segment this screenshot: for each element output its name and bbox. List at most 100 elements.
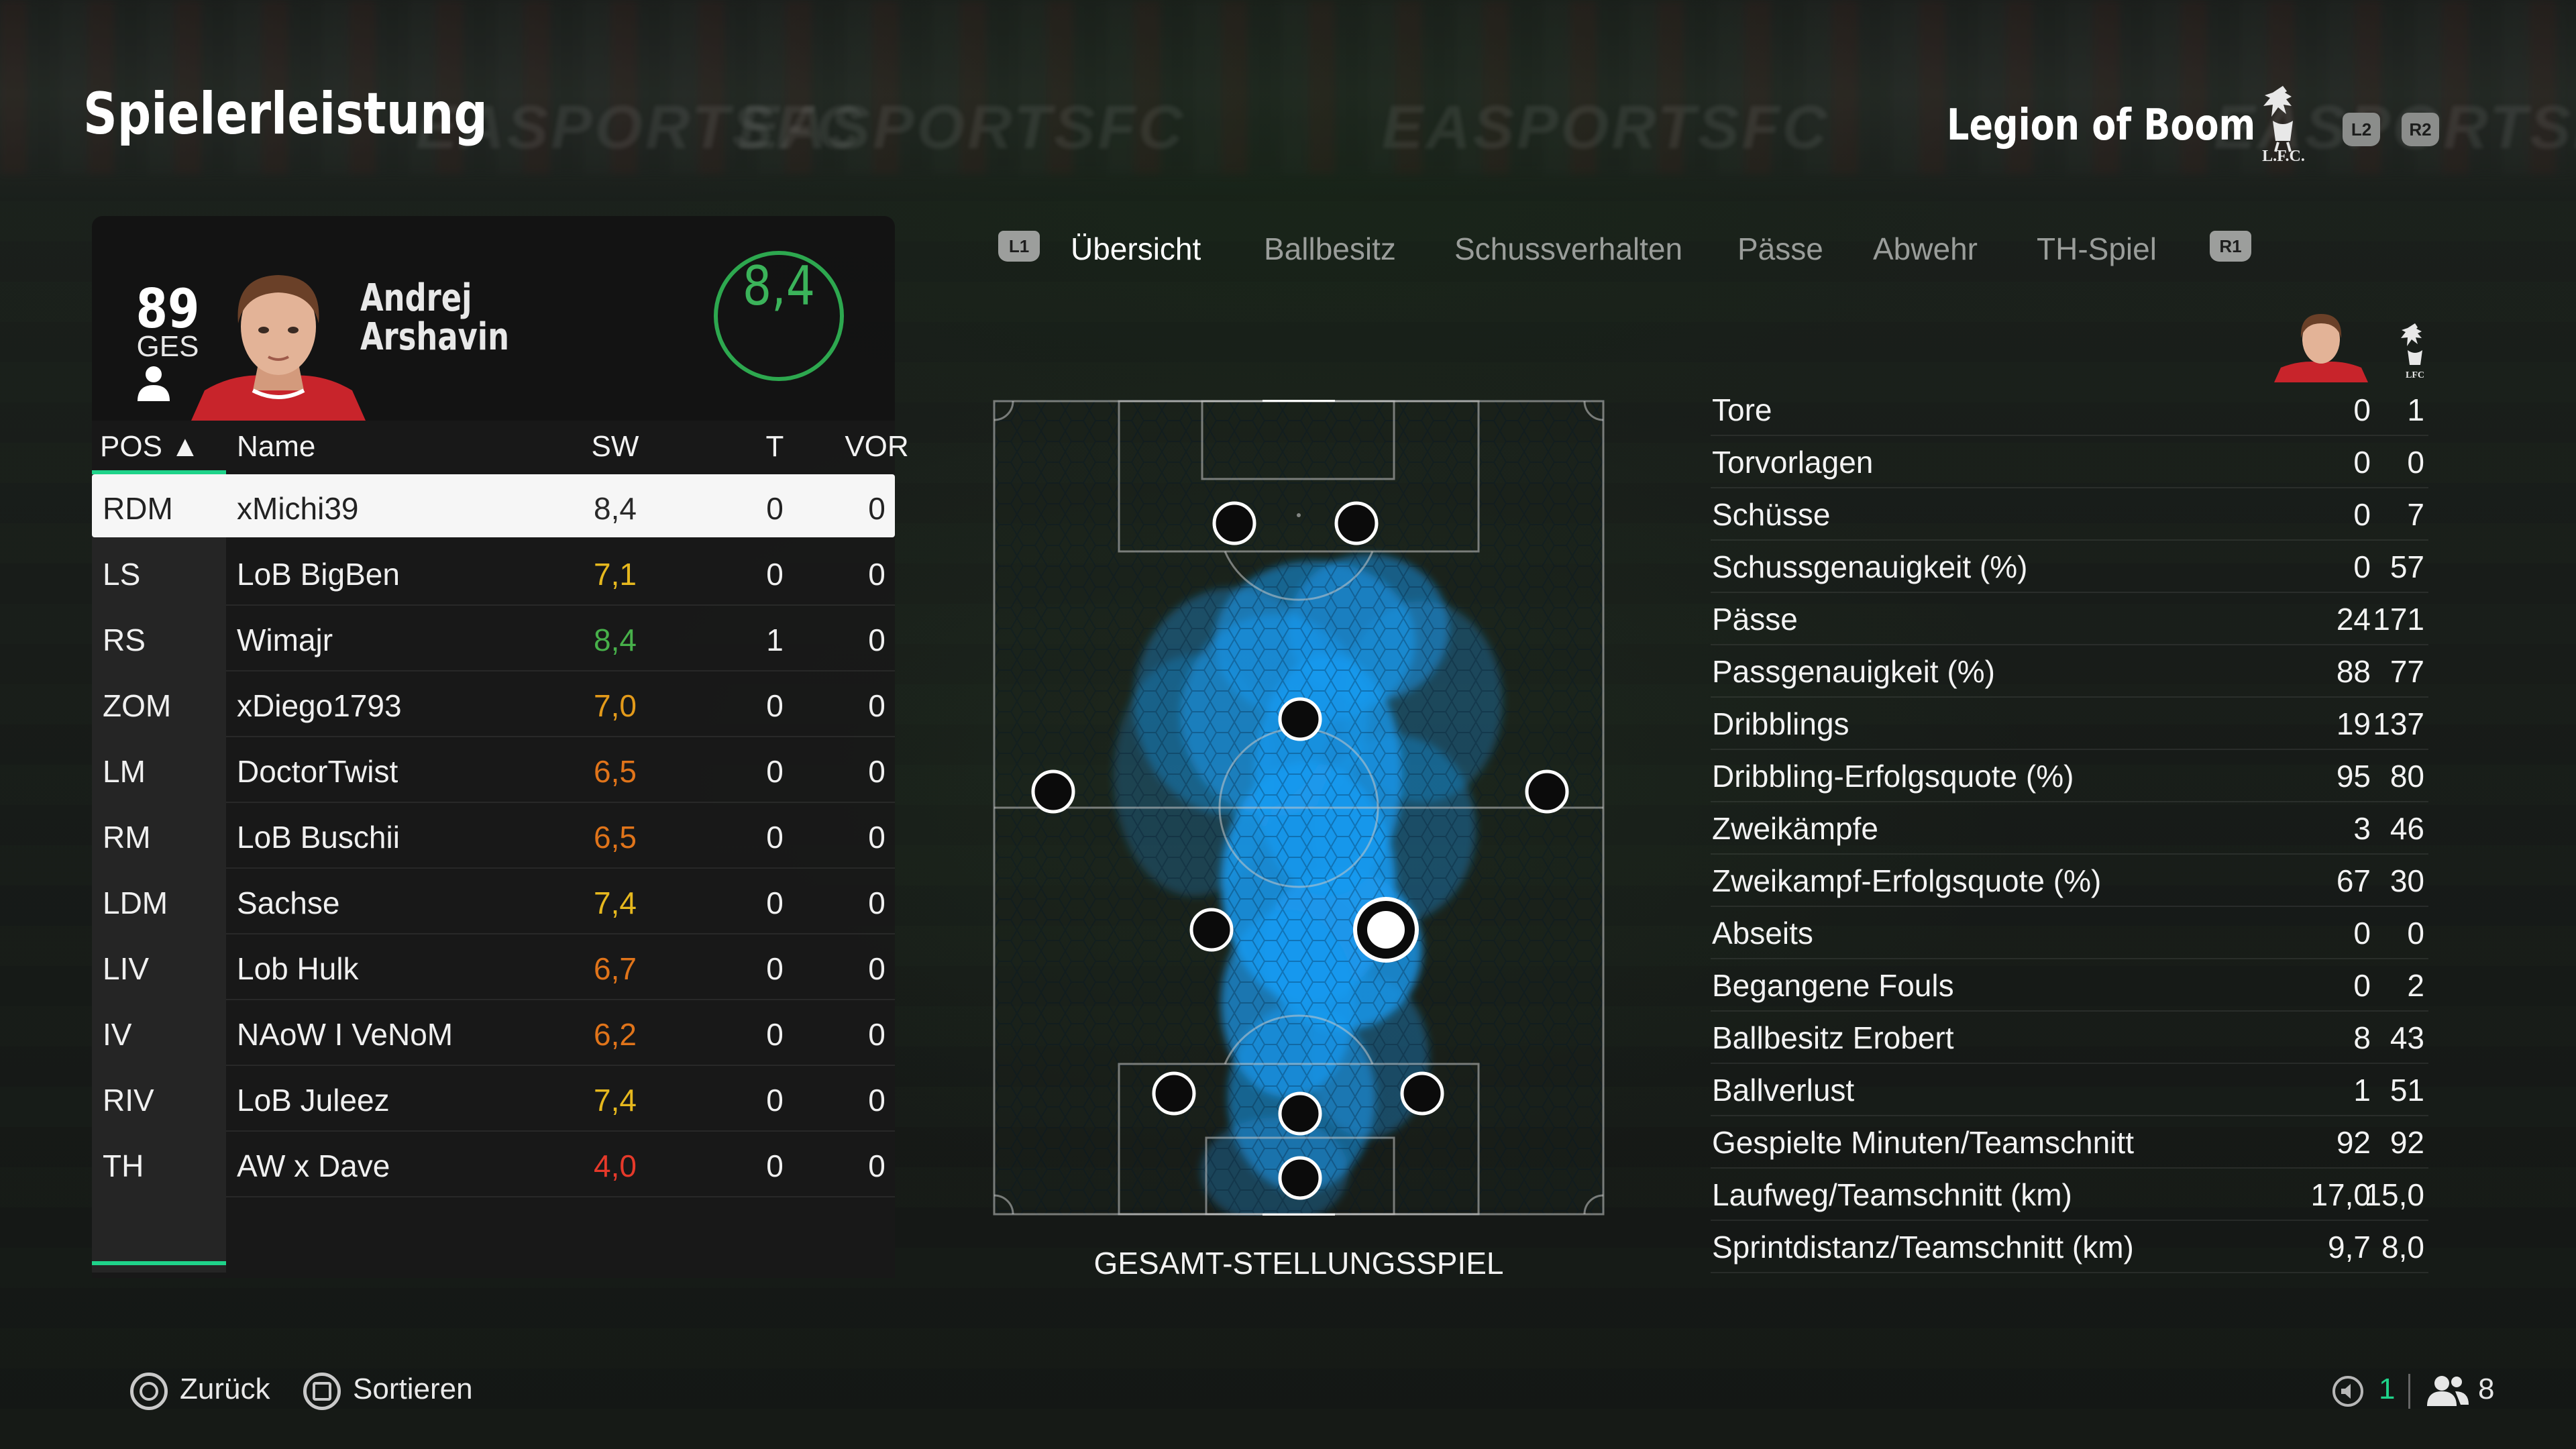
pitch-caption: GESAMT-STELLUNGSSPIEL [1093,1246,1504,1281]
stat-player-value: 0 [2353,916,2371,951]
row-goals: 0 [766,1083,784,1118]
row-rating: 7,0 [594,688,637,723]
stat-row: Ballbesitz Erobert 8 43 [1711,1012,2428,1064]
row-position: RS [103,623,146,657]
table-row[interactable]: RS Wimajr 8,4 1 0 [92,606,895,672]
row-goals: 0 [766,688,784,723]
row-position: TH [103,1148,144,1183]
stat-player-value: 0 [2353,497,2371,532]
l2-bumper-button[interactable]: L2 [2343,113,2380,146]
row-assists: 0 [868,1017,885,1052]
stat-team-value: 2 [2407,968,2424,1003]
row-rating: 4,0 [594,1148,637,1183]
table-row[interactable]: RM LoB Buschii 6,5 0 0 [92,803,895,869]
table-row[interactable]: RIV LoB Juleez 7,4 0 0 [92,1066,895,1132]
stat-row: Passgenauigkeit (%) 88 77 [1711,645,2428,698]
row-assists: 0 [868,820,885,855]
stat-row: Dribbling-Erfolgsquote (%) 95 80 [1711,750,2428,802]
stat-row: Begangene Fouls 0 2 [1711,959,2428,1012]
stat-row: Pässe 24 171 [1711,593,2428,645]
row-player-name: Wimajr [237,623,333,657]
person-icon [133,365,174,406]
square-button-icon[interactable] [303,1373,341,1410]
stat-team-value: 0 [2407,445,2424,480]
table-header: POS ▲ Name SW T VOR [92,421,909,474]
teammate-marker [1189,908,1234,952]
stat-player-value: 3 [2353,811,2371,846]
stat-team-value: 30 [2390,863,2424,898]
stat-label: Schüsse [1712,497,1831,532]
r1-bumper-button[interactable]: R1 [2210,231,2251,262]
table-row[interactable]: LM DoctorTwist 6,5 0 0 [92,737,895,803]
row-goals: 0 [766,1148,784,1183]
stat-player-value: 8 [2353,1020,2371,1055]
stat-player-value: 0 [2353,392,2371,427]
match-rating-ring: 8,4 [714,251,844,381]
row-rating: 6,5 [594,820,637,855]
player-portrait [191,263,366,421]
row-rating: 6,7 [594,951,637,986]
table-row[interactable]: ZOM xDiego1793 7,0 0 0 [92,672,895,737]
team-crest-icon: LFC [2398,321,2432,385]
circle-button-icon[interactable] [130,1373,168,1410]
stat-row: Zweikämpfe 3 46 [1711,802,2428,855]
column-header-name[interactable]: Name [237,430,315,464]
player-name: Andrej Arshavin [360,279,509,357]
table-row[interactable]: LIV Lob Hulk 6,7 0 0 [92,934,895,1000]
row-position: ZOM [103,688,172,723]
row-position: LM [103,754,146,789]
stat-row: Sprintdistanz/Teamschnitt (km) 9,7 8,0 [1711,1221,2428,1273]
sort-label[interactable]: Sortieren [353,1373,473,1406]
row-position: RDM [103,491,173,526]
stat-player-value: 88 [2336,654,2371,689]
stat-label: Passgenauigkeit (%) [1712,654,1995,689]
stat-label: Schussgenauigkeit (%) [1712,549,2028,584]
column-header-vor[interactable]: VOR [843,430,910,464]
stat-label: Torvorlagen [1712,445,1874,480]
tab-ballbesitz[interactable]: Ballbesitz [1264,231,1396,267]
row-assists: 0 [868,754,885,789]
row-assists: 0 [868,885,885,920]
heatmap-pitch [993,398,1605,1225]
board-text: EASPORTSFC [1382,93,1830,161]
stat-team-value: 171 [2373,602,2424,637]
teammate-marker [1152,1071,1196,1116]
stat-team-value: 80 [2390,759,2424,794]
stat-team-value: 1 [2407,392,2424,427]
tab-schussverhalten[interactable]: Schussverhalten [1454,231,1682,267]
tab-uebersicht[interactable]: Übersicht [1071,231,1201,267]
row-player-name: AW x Dave [237,1148,390,1183]
l1-bumper-button[interactable]: L1 [998,231,1040,262]
stat-team-value: 15,0 [2364,1177,2424,1212]
row-divider [226,1196,895,1197]
teammate-marker [1031,769,1075,814]
table-row[interactable]: IV NAoW I VeNoM 6,2 0 0 [92,1000,895,1066]
table-row[interactable]: RDM xMichi39 8,4 0 0 [92,474,895,537]
row-player-name: LoB BigBen [237,557,400,592]
tab-paesse[interactable]: Pässe [1737,231,1823,267]
table-row[interactable]: LS LoB BigBen 7,1 0 0 [92,540,895,606]
table-row[interactable]: TH AW x Dave 4,0 0 0 [92,1132,895,1197]
stat-row: Zweikampf-Erfolgsquote (%) 67 30 [1711,855,2428,907]
teammate-marker [1400,1071,1444,1116]
player-last-name: Arshavin [360,315,510,359]
column-header-t[interactable]: T [755,430,795,464]
tab-abwehr[interactable]: Abwehr [1873,231,1978,267]
column-header-pos[interactable]: POS ▲ [100,430,200,464]
row-player-name: DoctorTwist [237,754,398,789]
stat-player-value: 92 [2336,1125,2371,1160]
stat-row: Tore 0 1 [1711,384,2428,436]
column-header-sw[interactable]: SW [575,430,655,464]
crest-text: L.F.C. [2262,148,2305,165]
stat-label: Zweikämpfe [1712,811,1878,846]
board-text: EASPORTSFC [738,93,1186,161]
row-position: LDM [103,885,168,920]
stat-label: Sprintdistanz/Teamschnitt (km) [1712,1230,2134,1265]
row-rating: 7,4 [594,885,637,920]
r2-bumper-button[interactable]: R2 [2402,113,2439,146]
row-player-name: Lob Hulk [237,951,359,986]
row-assists: 0 [868,557,885,592]
table-row[interactable]: LDM Sachse 7,4 0 0 [92,869,895,934]
tab-th-spiel[interactable]: TH-Spiel [2037,231,2157,267]
back-label[interactable]: Zurück [180,1373,270,1406]
